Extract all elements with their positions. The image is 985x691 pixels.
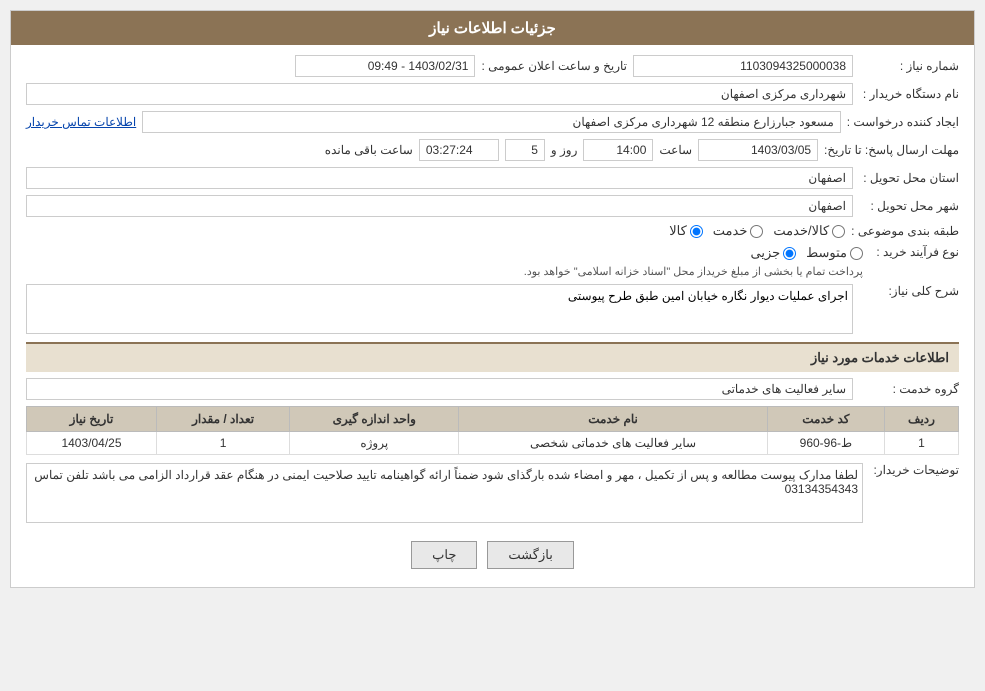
remaining-label: ساعت باقی مانده [325,143,413,157]
service-group-label: گروه خدمت : [859,382,959,396]
cell-row: 1 [884,432,958,455]
buyer-notes-value: لطفا مدارک پیوست مطالعه و پس از تکمیل ، … [26,463,863,523]
radio-partial[interactable]: جزیی [750,245,796,261]
radio-service[interactable]: خدمت [713,223,764,239]
deadline-day-label: روز و [551,143,578,157]
table-row: 1ط-96-960سایر فعالیت های خدماتی شخصیپروژ… [27,432,959,455]
deadline-date: 1403/03/05 [698,139,818,161]
description-textarea[interactable]: اجرای عملیات دیوار نگاره خیابان امین طبق… [26,284,853,334]
need-number-value: 1103094325000038 [633,55,853,77]
radio-goods-service[interactable]: کالا/خدمت [773,223,845,239]
announce-value: 1403/02/31 - 09:49 [295,55,475,77]
buyer-org-value: شهرداری مرکزی اصفهان [26,83,853,105]
cell-quantity: 1 [156,432,289,455]
print-button[interactable]: چاپ [411,541,477,569]
need-number-label: شماره نیاز : [859,59,959,73]
radio-goods-input[interactable] [690,225,703,238]
page-title: جزئیات اطلاعات نیاز [11,11,974,45]
radio-goods-service-label: کالا/خدمت [773,223,829,239]
city-label: شهر محل تحویل : [859,199,959,213]
response-deadline-label: مهلت ارسال پاسخ: تا تاریخ: [824,143,959,157]
radio-partial-input[interactable] [783,247,796,260]
radio-medium[interactable]: متوسط [806,245,863,261]
remaining-time: 03:27:24 [419,139,499,161]
services-section-header: اطلاعات خدمات مورد نیاز [26,342,959,372]
col-qty: تعداد / مقدار [156,407,289,432]
purchase-note: پرداخت تمام یا بخشی از مبلغ خریداز محل "… [26,265,863,278]
cell-date: 1403/04/25 [27,432,157,455]
requester-value: مسعود جبارزارع منطقه 12 شهرداری مرکزی اص… [142,111,841,133]
services-table: ردیف کد خدمت نام خدمت واحد اندازه گیری ت… [26,406,959,455]
deadline-days: 5 [505,139,545,161]
service-group-value: سایر فعالیت های خدماتی [26,378,853,400]
buyer-org-label: نام دستگاه خریدار : [859,87,959,101]
col-name: نام خدمت [459,407,768,432]
category-label: طبقه بندی موضوعی : [851,224,959,238]
province-label: استان محل تحویل : [859,171,959,185]
buttons-row: بازگشت چاپ [26,533,959,577]
requester-label: ایجاد کننده درخواست : [847,115,959,129]
radio-medium-input[interactable] [850,247,863,260]
radio-partial-label: جزیی [750,245,780,261]
cell-code: ط-96-960 [767,432,884,455]
city-value: اصفهان [26,195,853,217]
cell-name: سایر فعالیت های خدماتی شخصی [459,432,768,455]
description-label: شرح کلی نیاز: [859,284,959,298]
cell-unit: پروژه [290,432,459,455]
col-date: تاریخ نیاز [27,407,157,432]
col-unit: واحد اندازه گیری [290,407,459,432]
back-button[interactable]: بازگشت [487,541,573,569]
radio-medium-label: متوسط [806,245,847,261]
contact-link[interactable]: اطلاعات تماس خریدار [26,115,136,129]
deadline-time: 14:00 [583,139,653,161]
province-value: اصفهان [26,167,853,189]
buyer-notes-label: توضیحات خریدار: [869,463,959,477]
radio-goods-service-input[interactable] [832,225,845,238]
col-row: ردیف [884,407,958,432]
radio-goods-label: کالا [669,223,687,239]
col-code: کد خدمت [767,407,884,432]
radio-service-input[interactable] [750,225,763,238]
radio-service-label: خدمت [713,223,748,239]
deadline-time-label: ساعت [659,143,692,157]
purchase-type-label: نوع فرآیند خرید : [869,245,959,259]
announce-label: تاریخ و ساعت اعلان عمومی : [481,59,627,73]
radio-goods[interactable]: کالا [669,223,703,239]
